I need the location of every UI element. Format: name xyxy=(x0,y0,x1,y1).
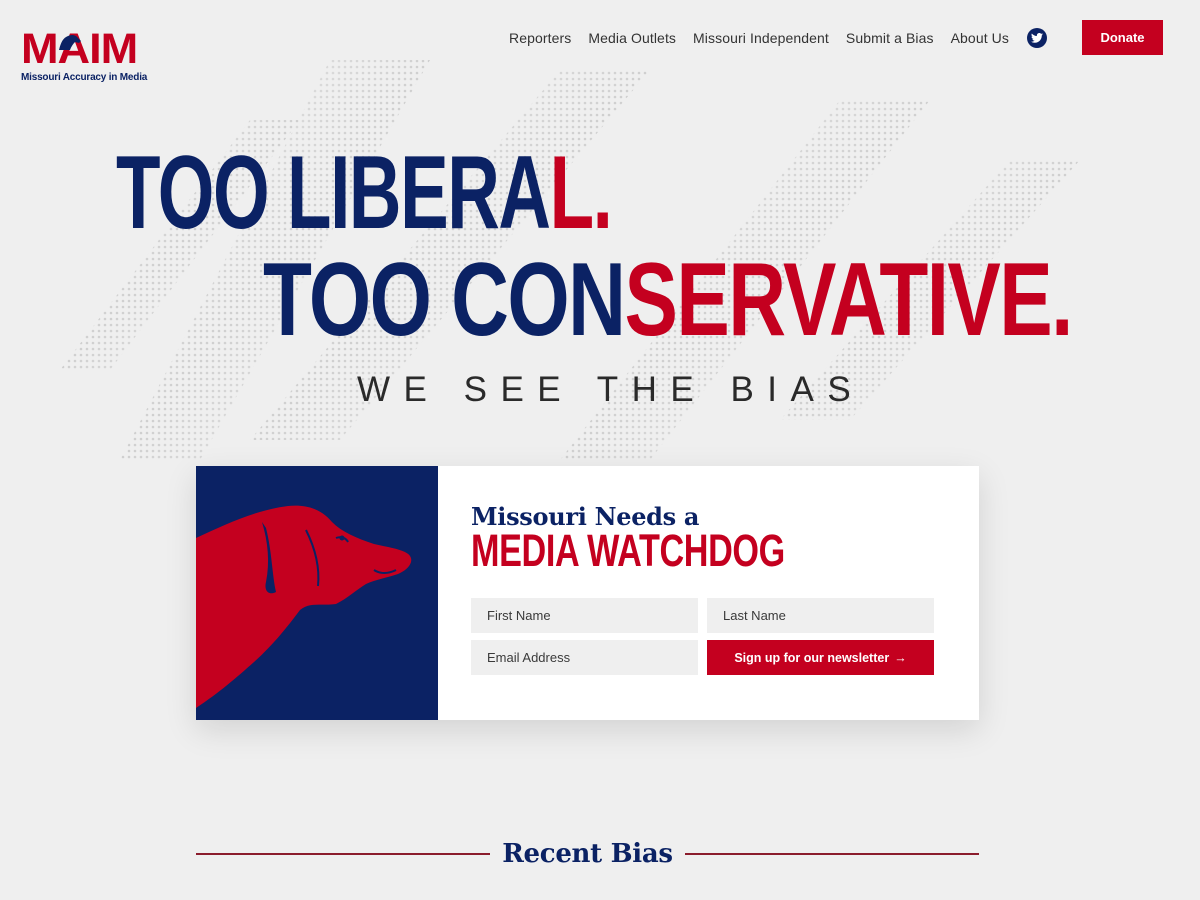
nav-link-missouri-independent[interactable]: Missouri Independent xyxy=(693,30,829,46)
recent-bias-header: Recent Bias xyxy=(196,834,979,874)
divider-right xyxy=(684,853,979,855)
first-name-field[interactable] xyxy=(471,598,698,633)
main-navigation: Reporters Media Outlets Missouri Indepen… xyxy=(509,20,1163,55)
hero-headline-line-2: TOO CONSERVATIVE. xyxy=(263,248,1073,352)
hero-line-1-navy-text: TOO LIBERA xyxy=(116,135,551,251)
newsletter-form-area: Missouri Needs a MEDIA WATCHDOG Sign up … xyxy=(438,466,979,720)
site-logo[interactable]: MAIM Missouri Accuracy in Media xyxy=(21,27,148,85)
hero-line-1-red-text: L. xyxy=(549,135,613,251)
divider-left xyxy=(196,853,491,855)
logo-subtitle: Missouri Accuracy in Media xyxy=(21,72,148,83)
twitter-bird-glyph xyxy=(1031,32,1043,43)
hero-tagline: WE SEE THE BIAS xyxy=(357,370,865,409)
nav-link-about-us[interactable]: About Us xyxy=(951,30,1009,46)
signup-button-label: Sign up for our newsletter xyxy=(734,650,890,665)
donate-button[interactable]: Donate xyxy=(1082,20,1163,55)
logo-mark: MAIM xyxy=(21,25,138,73)
dog-silhouette-icon xyxy=(196,505,412,708)
twitter-icon[interactable] xyxy=(1027,27,1047,48)
hero-headline-line-1: TOO LIBERAL. xyxy=(116,141,613,245)
newsletter-signup-button[interactable]: Sign up for our newsletter → xyxy=(707,640,934,675)
newsletter-headline: MEDIA WATCHDOG xyxy=(471,525,785,576)
hero-line-2-red-text: SERVATIVE. xyxy=(624,242,1073,358)
dog-head-icon xyxy=(59,34,81,50)
last-name-field[interactable] xyxy=(707,598,934,633)
recent-bias-title: Recent Bias xyxy=(502,839,673,869)
nav-link-submit-a-bias[interactable]: Submit a Bias xyxy=(846,30,934,46)
watchdog-illustration xyxy=(196,466,438,720)
email-field[interactable] xyxy=(471,640,698,675)
nav-link-media-outlets[interactable]: Media Outlets xyxy=(588,30,676,46)
nav-link-reporters[interactable]: Reporters xyxy=(509,30,571,46)
newsletter-card: Missouri Needs a MEDIA WATCHDOG Sign up … xyxy=(196,466,979,720)
hero-line-2-navy-text: TOO CON xyxy=(263,242,626,358)
arrow-right-icon: → xyxy=(894,650,907,665)
